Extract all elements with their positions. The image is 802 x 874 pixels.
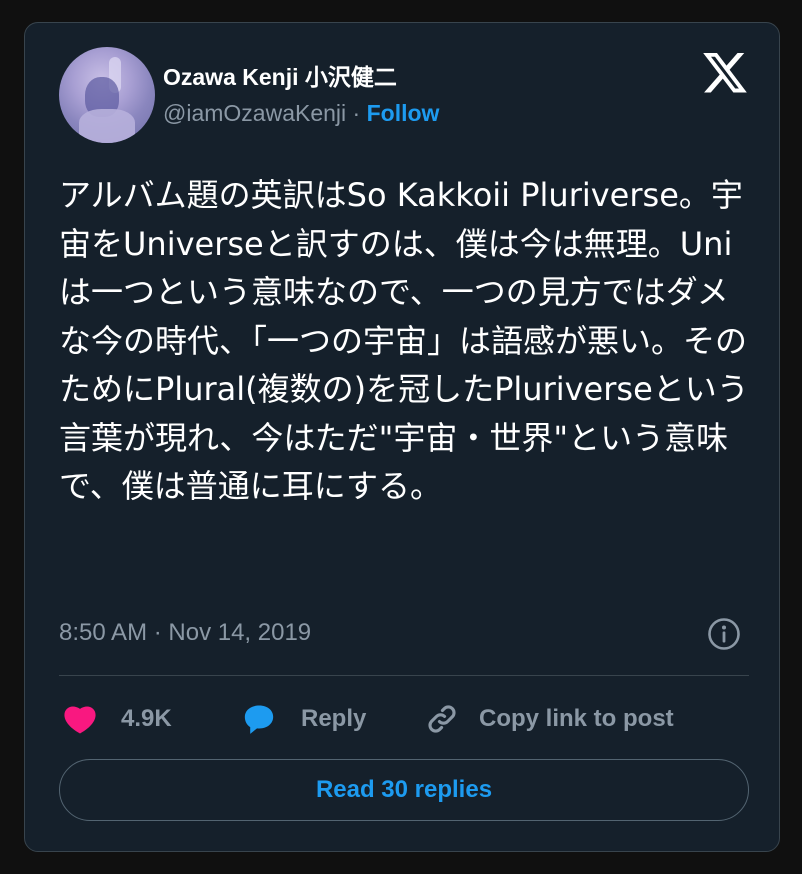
like-count: 4.9K bbox=[121, 705, 172, 732]
heart-icon bbox=[64, 706, 96, 734]
reply-label: Reply bbox=[301, 705, 367, 732]
avatar[interactable] bbox=[59, 47, 155, 143]
info-icon[interactable] bbox=[707, 617, 741, 651]
author-handle-row: @iamOzawaKenji · Follow bbox=[163, 100, 439, 127]
follow-button[interactable]: Follow bbox=[367, 100, 440, 126]
author-handle[interactable]: @iamOzawaKenji bbox=[163, 100, 346, 126]
tweet-card: Ozawa Kenji 小沢健二 @iamOzawaKenji · Follow… bbox=[24, 22, 780, 852]
read-replies-button[interactable]: Read 30 replies bbox=[59, 759, 749, 821]
like-button[interactable]: 4.9K bbox=[63, 699, 172, 739]
speech-bubble-icon bbox=[244, 705, 274, 734]
divider bbox=[59, 675, 749, 676]
handle-separator: · bbox=[352, 100, 361, 126]
author-display-name[interactable]: Ozawa Kenji 小沢健二 bbox=[163, 58, 397, 92]
tweet-timestamp[interactable]: 8:50 AM · Nov 14, 2019 bbox=[59, 619, 311, 647]
copy-link-button[interactable]: Copy link to post bbox=[425, 699, 674, 739]
link-icon bbox=[428, 705, 456, 733]
tweet-text: アルバム題の英訳はSo Kakkoii Pluriverse。宇宙をUniver… bbox=[59, 176, 749, 505]
x-logo-icon[interactable] bbox=[703, 53, 747, 93]
copy-link-label: Copy link to post bbox=[479, 705, 674, 732]
reply-button[interactable]: Reply bbox=[241, 699, 366, 739]
